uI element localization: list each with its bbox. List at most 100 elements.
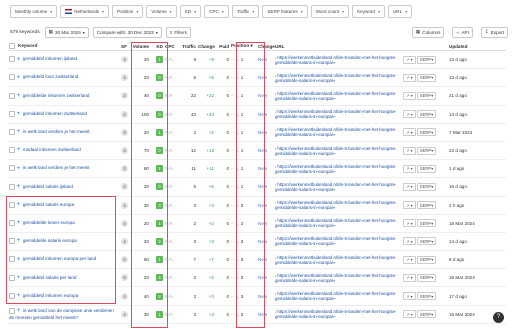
column-header[interactable]: CPC — [164, 42, 177, 51]
add-keyword-icon[interactable]: + — [15, 257, 22, 263]
keyword-link[interactable]: gemiddeld salaris europa — [23, 202, 74, 207]
chevron-down-icon[interactable]: ▾ — [333, 278, 335, 283]
keyword-link[interactable]: gemiddeld inkomen ijsland — [23, 57, 77, 62]
add-keyword-icon[interactable]: + — [15, 75, 22, 81]
column-header[interactable]: URL — [274, 42, 402, 51]
filter-chip[interactable]: Volume ▾ — [146, 4, 177, 18]
url-link[interactable]: https://werkenmetbuitenland.nl/de-5-land… — [275, 146, 397, 156]
keyword-link[interactable]: in welk land verdien je het meest — [23, 166, 90, 171]
column-header[interactable]: Updated — [448, 42, 506, 51]
serp-features-count[interactable]: 3 — [121, 128, 128, 136]
filter-chip[interactable]: CPC ▾ — [204, 4, 229, 18]
serp-button[interactable]: SERP ▾ — [416, 91, 437, 100]
serp-button[interactable]: SERP ▾ — [416, 310, 437, 319]
column-header[interactable]: Position ▾ — [230, 42, 257, 51]
date-picker[interactable]: ▦ 30 Mar 2024 ▾ — [44, 26, 89, 38]
serp-button[interactable]: SERP ▾ — [416, 292, 437, 301]
url-link[interactable]: https://werkenmetbuitenland.nl/de-5-land… — [275, 236, 397, 246]
keyword-link[interactable]: gemiddeld salaris ijsland — [23, 184, 73, 189]
trend-chart-button[interactable]: ↗ ▾ — [403, 146, 416, 155]
add-keyword-icon[interactable]: + — [15, 147, 22, 153]
add-keyword-icon[interactable]: + — [15, 238, 22, 244]
serp-button[interactable]: SERP ▾ — [416, 73, 437, 82]
keyword-link[interactable]: gemiddeld loon zwitserland — [23, 75, 78, 80]
column-header[interactable]: Change — [257, 42, 275, 51]
trend-chart-button[interactable]: ↗ ▾ — [403, 237, 416, 246]
serp-features-count[interactable]: 2 — [121, 110, 128, 118]
keyword-link[interactable]: gemiddeld inkomen europa — [23, 293, 78, 298]
chevron-down-icon[interactable]: ▾ — [333, 314, 335, 319]
keyword-link[interactable]: gemiddelde inkomen zwitserland — [23, 93, 90, 98]
trend-chart-button[interactable]: ↗ ▾ — [403, 91, 416, 100]
serp-button[interactable]: SERP ▾ — [416, 237, 437, 246]
keyword-link[interactable]: in welk land verdien je het meest — [23, 129, 90, 134]
add-keyword-icon[interactable]: + — [15, 308, 22, 314]
serp-button[interactable]: SERP ▾ — [416, 146, 437, 155]
serp-features-count[interactable]: 4 — [121, 237, 128, 245]
column-header[interactable]: SF — [120, 42, 131, 51]
trend-chart-button[interactable]: ↗ ▾ — [403, 128, 416, 137]
serp-features-count[interactable]: 4 — [121, 292, 128, 300]
add-keyword-icon[interactable]: + — [15, 166, 22, 172]
serp-features-count[interactable]: 3 — [121, 147, 128, 155]
url-link[interactable]: https://werkenmetbuitenland.nl/de-5-land… — [275, 91, 397, 101]
serp-features-count[interactable]: 2 — [121, 183, 128, 191]
serp-button[interactable]: SERP ▾ — [416, 128, 437, 137]
url-link[interactable]: https://werkenmetbuitenland.nl/de-5-land… — [275, 255, 397, 265]
column-header[interactable]: KD — [150, 42, 164, 51]
keyword-link[interactable]: gemiddeld salaris per land — [23, 275, 77, 280]
column-header[interactable] — [402, 42, 448, 51]
trend-chart-button[interactable]: ↗ ▾ — [403, 73, 416, 82]
serp-features-count[interactable]: 4 — [121, 56, 128, 64]
url-link[interactable]: https://werkenmetbuitenland.nl/de-5-land… — [275, 309, 397, 319]
chevron-down-icon[interactable]: ▾ — [333, 223, 335, 228]
filter-chip[interactable]: URL ▾ — [387, 4, 413, 18]
trend-chart-button[interactable]: ↗ ▾ — [403, 310, 416, 319]
trend-chart-button[interactable]: ↗ ▾ — [403, 182, 416, 191]
columns-button[interactable]: ▦ Columns — [411, 26, 445, 38]
url-link[interactable]: https://werkenmetbuitenland.nl/de-5-land… — [275, 291, 397, 301]
column-header[interactable]: Change — [197, 42, 215, 51]
serp-features-count[interactable]: 4 — [121, 201, 128, 209]
url-link[interactable]: https://werkenmetbuitenland.nl/de-5-land… — [275, 218, 397, 228]
url-link[interactable]: https://werkenmetbuitenland.nl/de-5-land… — [275, 273, 397, 283]
serp-features-count[interactable]: 2 — [121, 92, 128, 100]
filter-chip[interactable]: Monthly volume ▾ — [10, 4, 58, 18]
url-link[interactable]: https://werkenmetbuitenland.nl/de-5-land… — [275, 164, 397, 174]
help-button[interactable]: ? — [493, 312, 504, 323]
trend-chart-button[interactable]: ↗ ▾ — [403, 55, 416, 64]
add-keyword-icon[interactable]: + — [15, 111, 22, 117]
url-link[interactable]: https://werkenmetbuitenland.nl/de-5-land… — [275, 73, 397, 83]
filters-button[interactable]: ≡ Filters — [165, 26, 191, 38]
serp-features-count[interactable]: 4 — [121, 74, 128, 82]
url-link[interactable]: https://werkenmetbuitenland.nl/de-5-land… — [275, 200, 397, 210]
serp-button[interactable]: SERP ▾ — [416, 273, 437, 282]
filter-chip[interactable]: KD ▾ — [179, 4, 202, 18]
add-keyword-icon[interactable]: + — [15, 57, 22, 63]
keyword-link[interactable]: modaal inkomen zwitserland — [23, 147, 81, 152]
serp-button[interactable]: SERP ▾ — [416, 201, 437, 210]
add-keyword-icon[interactable]: + — [15, 184, 22, 190]
serp-features-count[interactable]: 3 — [121, 165, 128, 173]
chevron-down-icon[interactable]: ▾ — [333, 96, 335, 101]
keyword-link[interactable]: gemiddelde lonen europa — [23, 220, 75, 225]
serp-button[interactable]: SERP ▾ — [416, 55, 437, 64]
url-link[interactable]: https://werkenmetbuitenland.nl/de-5-land… — [275, 109, 397, 119]
trend-chart-button[interactable]: ↗ ▾ — [403, 292, 416, 301]
api-button[interactable]: ‹› API — [452, 26, 473, 38]
trend-chart-button[interactable]: ↗ ▾ — [403, 110, 416, 119]
chevron-down-icon[interactable]: ▾ — [333, 114, 335, 119]
chevron-down-icon[interactable]: ▾ — [333, 260, 335, 265]
serp-button[interactable]: SERP ▾ — [416, 164, 437, 173]
trend-chart-button[interactable]: ↗ ▾ — [403, 201, 416, 210]
serp-features-count[interactable]: 2 — [121, 256, 128, 264]
filter-chip[interactable]: Netherlands ▾ — [60, 4, 109, 18]
select-all-checkbox[interactable] — [9, 43, 15, 49]
url-link[interactable]: https://werkenmetbuitenland.nl/de-5-land… — [275, 127, 397, 137]
add-keyword-icon[interactable]: + — [15, 275, 22, 281]
chevron-down-icon[interactable]: ▾ — [333, 78, 335, 83]
url-link[interactable]: https://werkenmetbuitenland.nl/de-5-land… — [275, 55, 397, 65]
column-header[interactable]: Traffic — [177, 42, 197, 51]
serp-button[interactable]: SERP ▾ — [416, 110, 437, 119]
export-button[interactable]: ↧ Export — [480, 26, 508, 38]
